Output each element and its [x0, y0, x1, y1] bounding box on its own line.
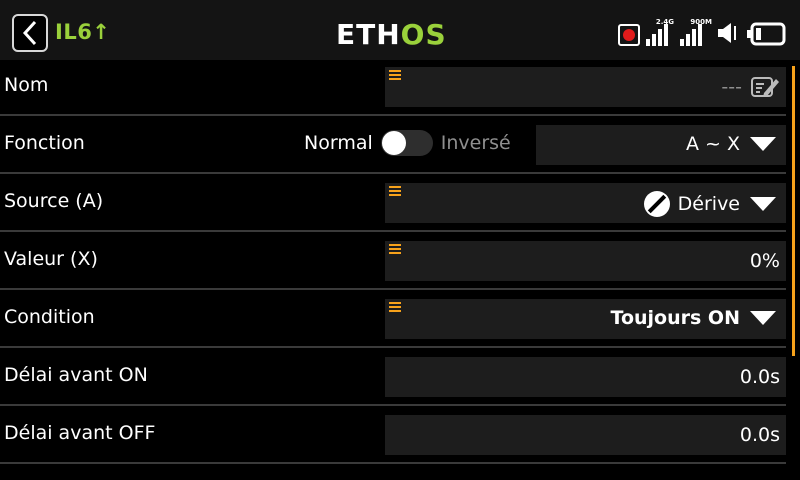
dropdown-caret-icon [750, 311, 776, 325]
delay-off-field[interactable]: 0.0s [385, 415, 786, 455]
drag-handle-icon [389, 70, 401, 80]
delay-off-value: 0.0s [739, 424, 780, 446]
dropdown-caret-icon [750, 137, 776, 151]
source-select[interactable]: Dérive [385, 183, 786, 223]
top-bar: IL6↑ ETHOS 2.4G 900M [0, 0, 800, 60]
function-label: Fonction [4, 132, 85, 154]
delay-off-label: Délai avant OFF [4, 422, 156, 444]
volume-icon [718, 23, 736, 43]
value-label: Valeur (X) [4, 248, 98, 270]
name-value: --- [721, 76, 742, 98]
condition-label: Condition [4, 306, 95, 328]
record-icon [618, 24, 640, 46]
battery-icon [747, 22, 786, 46]
row-delay-off: Délai avant OFF 0.0s [0, 406, 786, 464]
row-condition: Condition Toujours ON [0, 290, 786, 348]
delay-on-label: Délai avant ON [4, 364, 148, 386]
row-name: Nom --- [0, 58, 786, 116]
condition-value: Toujours ON [610, 307, 740, 329]
name-label: Nom [4, 74, 49, 96]
name-field[interactable]: --- [385, 67, 786, 107]
function-switch-group: Normal Inversé [304, 130, 511, 156]
switch-normal-label: Normal [304, 132, 373, 154]
drift-icon [643, 191, 670, 217]
source-label: Source (A) [4, 190, 104, 212]
value-value: 0% [749, 250, 780, 272]
row-value: Valeur (X) 0% [0, 232, 786, 290]
delay-on-field[interactable]: 0.0s [385, 357, 786, 397]
edit-icon[interactable] [750, 73, 780, 101]
back-icon [22, 20, 37, 46]
back-button[interactable] [12, 14, 48, 52]
drag-handle-icon [389, 186, 401, 196]
row-delay-on: Délai avant ON 0.0s [0, 348, 786, 406]
function-toggle[interactable] [380, 130, 433, 156]
dropdown-caret-icon [750, 197, 776, 211]
scrollbar[interactable] [792, 66, 795, 356]
signal-2.4g-icon: 2.4G [644, 18, 674, 48]
drag-handle-icon [389, 244, 401, 254]
row-function: Fonction Normal Inversé A ~ X [0, 116, 786, 174]
drag-handle-icon [389, 302, 401, 312]
switch-inverse-label: Inversé [440, 132, 511, 154]
value-field[interactable]: 0% [385, 241, 786, 281]
function-select[interactable]: A ~ X [536, 125, 786, 165]
function-value: A ~ X [685, 133, 740, 155]
ethos-logo: ETHOS [336, 18, 447, 51]
delay-on-value: 0.0s [739, 366, 780, 388]
signal-900m-icon: 900M [678, 18, 712, 48]
source-value: Dérive [677, 193, 740, 215]
row-source: Source (A) Dérive [0, 174, 786, 232]
model-name: IL6↑ [55, 20, 111, 44]
status-icons: 2.4G 900M [618, 16, 786, 48]
condition-select[interactable]: Toujours ON [385, 299, 786, 339]
